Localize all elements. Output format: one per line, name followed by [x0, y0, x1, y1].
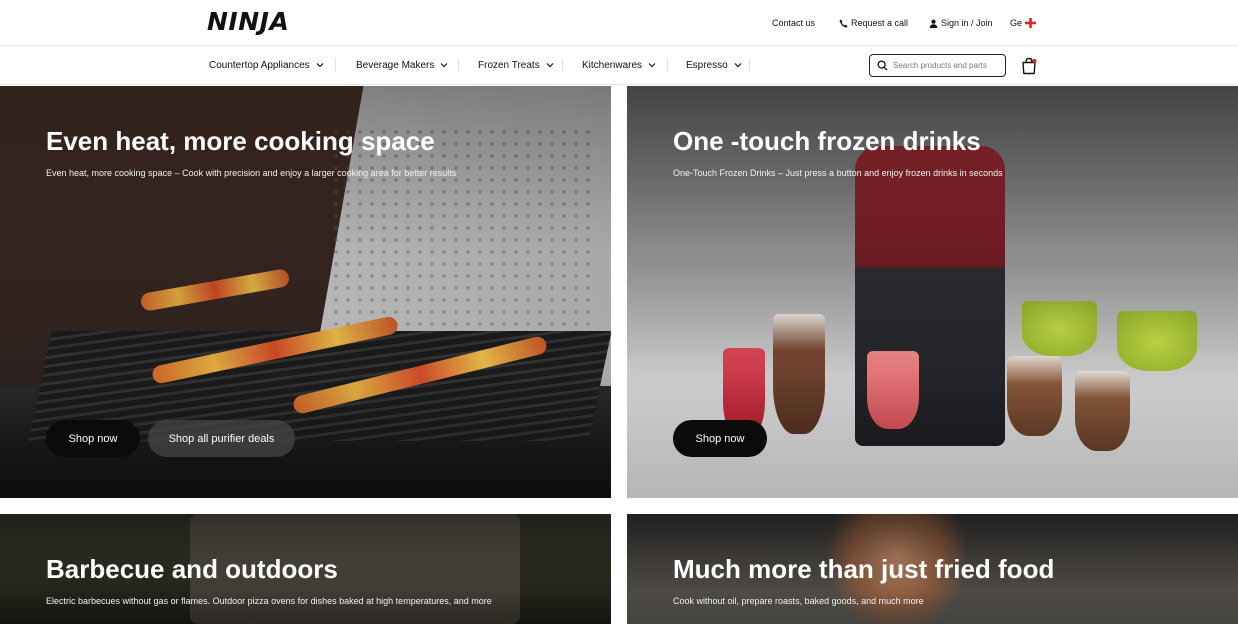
- sign-in-label: Sign in / Join: [941, 18, 993, 28]
- country-label: Ge: [1010, 18, 1023, 28]
- phone-icon: [839, 18, 848, 28]
- nav-divider: [562, 58, 563, 72]
- chevron-down-icon: [316, 63, 324, 68]
- nav-countertop-appliances[interactable]: Countertop Appliances: [209, 57, 324, 73]
- top-bar: NINJA Contact us Request a call Sign in …: [0, 0, 1238, 46]
- nav-kitchenwares[interactable]: Kitchenwares: [582, 57, 656, 73]
- nav-frozen-treats[interactable]: Frozen Treats: [478, 57, 554, 73]
- nav-divider: [458, 58, 459, 72]
- main-nav: Countertop Appliances Beverage Makers Fr…: [0, 46, 1238, 85]
- chevron-down-icon: [546, 63, 554, 68]
- nav-divider: [749, 58, 750, 72]
- nav-espresso[interactable]: Espresso: [686, 57, 742, 73]
- tile-subtitle: Electric barbecues without gas or flames…: [46, 596, 492, 606]
- chevron-down-icon: [440, 63, 448, 68]
- contact-us-link[interactable]: Contact us: [772, 16, 815, 30]
- nav-beverage-makers[interactable]: Beverage Makers: [356, 57, 448, 73]
- tile-subtitle: Even heat, more cooking space – Cook wit…: [46, 168, 457, 178]
- nav-item-label: Espresso: [686, 59, 728, 71]
- user-icon: [929, 19, 938, 28]
- search-input[interactable]: [893, 61, 1001, 70]
- shopping-bag-icon: [1022, 57, 1037, 75]
- shop-purifier-deals-button[interactable]: Shop all purifier deals: [148, 420, 295, 457]
- contact-us-label: Contact us: [772, 18, 816, 28]
- search-icon: [877, 60, 888, 71]
- tile-title: One -touch frozen drinks: [673, 126, 981, 156]
- nav-item-label: Countertop Appliances: [209, 59, 310, 71]
- request-call-label: Request a call: [851, 18, 909, 28]
- nav-divider: [335, 58, 336, 72]
- tile-title: Even heat, more cooking space: [46, 126, 435, 156]
- tile-subtitle: Cook without oil, prepare roasts, baked …: [673, 596, 924, 606]
- flag-icon: [1025, 18, 1037, 28]
- shop-now-button[interactable]: Shop now: [46, 420, 140, 457]
- promo-tile-grill[interactable]: Even heat, more cooking space Even heat,…: [0, 86, 611, 498]
- chevron-down-icon: [648, 63, 656, 68]
- promo-tile-air-fryer[interactable]: Much more than just fried food Cook with…: [627, 514, 1238, 624]
- request-call-link[interactable]: Request a call: [839, 16, 908, 30]
- nav-divider: [667, 58, 668, 72]
- shop-now-button[interactable]: Shop now: [673, 420, 767, 457]
- promo-tile-barbecue[interactable]: Barbecue and outdoors Electric barbecues…: [0, 514, 611, 624]
- tile-title: Barbecue and outdoors: [46, 554, 338, 584]
- chevron-down-icon: [734, 63, 742, 68]
- cart-button[interactable]: [1020, 57, 1038, 75]
- nav-item-label: Beverage Makers: [356, 59, 435, 71]
- tile-subtitle: One-Touch Frozen Drinks – Just press a b…: [673, 168, 1003, 178]
- promo-tile-frozen-drinks[interactable]: One -touch frozen drinks One-Touch Froze…: [627, 86, 1238, 498]
- nav-item-label: Kitchenwares: [582, 59, 643, 71]
- search-box[interactable]: [869, 54, 1006, 77]
- sign-in-link[interactable]: Sign in / Join: [929, 16, 993, 30]
- country-selector[interactable]: Ge: [1010, 16, 1037, 30]
- nav-item-label: Frozen Treats: [478, 59, 540, 71]
- tile-title: Much more than just fried food: [673, 554, 1055, 584]
- ninja-logo[interactable]: NINJA: [207, 7, 289, 39]
